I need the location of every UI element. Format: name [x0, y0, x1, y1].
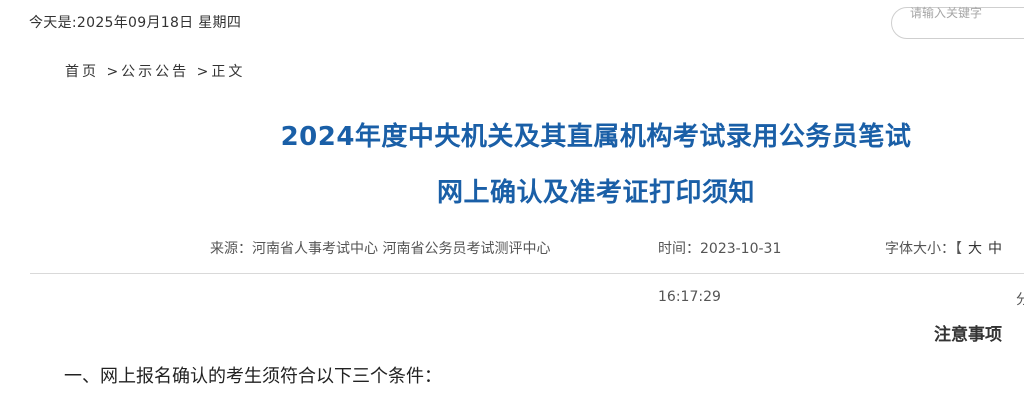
notice-heading: 注意事项 [934, 325, 1002, 345]
article-publish-time: 时间：2023-10-31 [658, 241, 782, 257]
font-size-medium-button[interactable]: 中 [988, 241, 1002, 257]
section-1-heading: 一、网上报名确认的考生须符合以下三个条件： [64, 366, 442, 387]
search-box[interactable] [891, 6, 1024, 39]
breadcrumb-current: >正文 [196, 64, 246, 80]
font-size-selector: 字体大小：【大中 [885, 238, 1002, 258]
search-input[interactable] [910, 6, 1020, 20]
breadcrumb-announcements-link[interactable]: >公示公告 [106, 64, 189, 80]
article-title-line2: 网上确认及准考证打印须知 [436, 178, 755, 208]
breadcrumb-home-link[interactable]: 首页 [65, 64, 99, 80]
font-size-large-button[interactable]: 大 [968, 241, 982, 257]
share-label-partial: 分 [1016, 292, 1024, 308]
breadcrumb: 首页 >公示公告 >正文 [65, 61, 245, 81]
article-title-line1: 2024年度中央机关及其直属机构考试录用公务员笔试 [280, 122, 912, 152]
meta-divider [30, 273, 1024, 274]
article-publish-time-continued: 16:17:29 [658, 289, 721, 305]
article-source: 来源：河南省人事考试中心 河南省公务员考试测评中心 [210, 241, 551, 257]
current-date: 今天是:2025年09月18日 星期四 [29, 15, 242, 31]
font-size-label: 字体大小：【 [885, 241, 962, 257]
